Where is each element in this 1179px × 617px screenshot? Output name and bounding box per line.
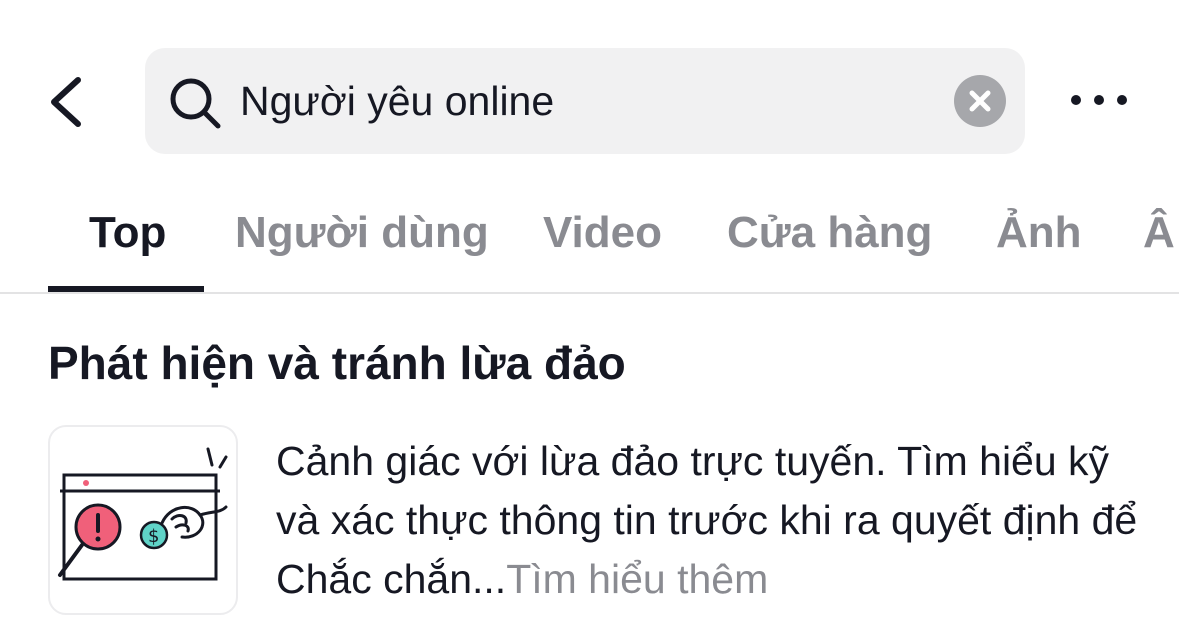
clear-x-icon <box>954 75 1006 127</box>
tab-video[interactable]: Video <box>543 208 662 258</box>
back-button[interactable] <box>40 70 100 134</box>
chevron-left-icon <box>51 77 81 127</box>
more-options-button[interactable] <box>1064 80 1134 120</box>
scam-warning-thumbnail[interactable]: $ <box>48 425 238 615</box>
tab-photos[interactable]: Ảnh <box>996 208 1082 258</box>
more-horizontal-icon <box>1071 95 1127 105</box>
section-title: Phát hiện và tránh lừa đảo <box>48 337 626 389</box>
tab-top[interactable]: Top <box>89 208 166 258</box>
search-tabs: Top Người dùng Video Cửa hàng Ảnh Â <box>0 180 1179 294</box>
tab-next-partial[interactable]: Â <box>1143 208 1175 258</box>
search-icon <box>170 78 221 129</box>
active-tab-indicator <box>48 286 204 292</box>
search-input[interactable] <box>240 70 940 132</box>
svg-text:$: $ <box>148 526 159 547</box>
tab-users[interactable]: Người dùng <box>235 208 489 258</box>
section-description: Cảnh giác với lừa đảo trực tuyến. Tìm hi… <box>276 432 1156 609</box>
tab-shop[interactable]: Cửa hàng <box>727 208 932 258</box>
top-bar <box>0 0 1179 180</box>
learn-more-link[interactable]: Tìm hiểu thêm <box>506 556 768 602</box>
search-box[interactable] <box>145 48 1025 154</box>
clear-search-button[interactable] <box>953 74 1007 128</box>
scam-warning-illustration: $ <box>58 447 228 581</box>
